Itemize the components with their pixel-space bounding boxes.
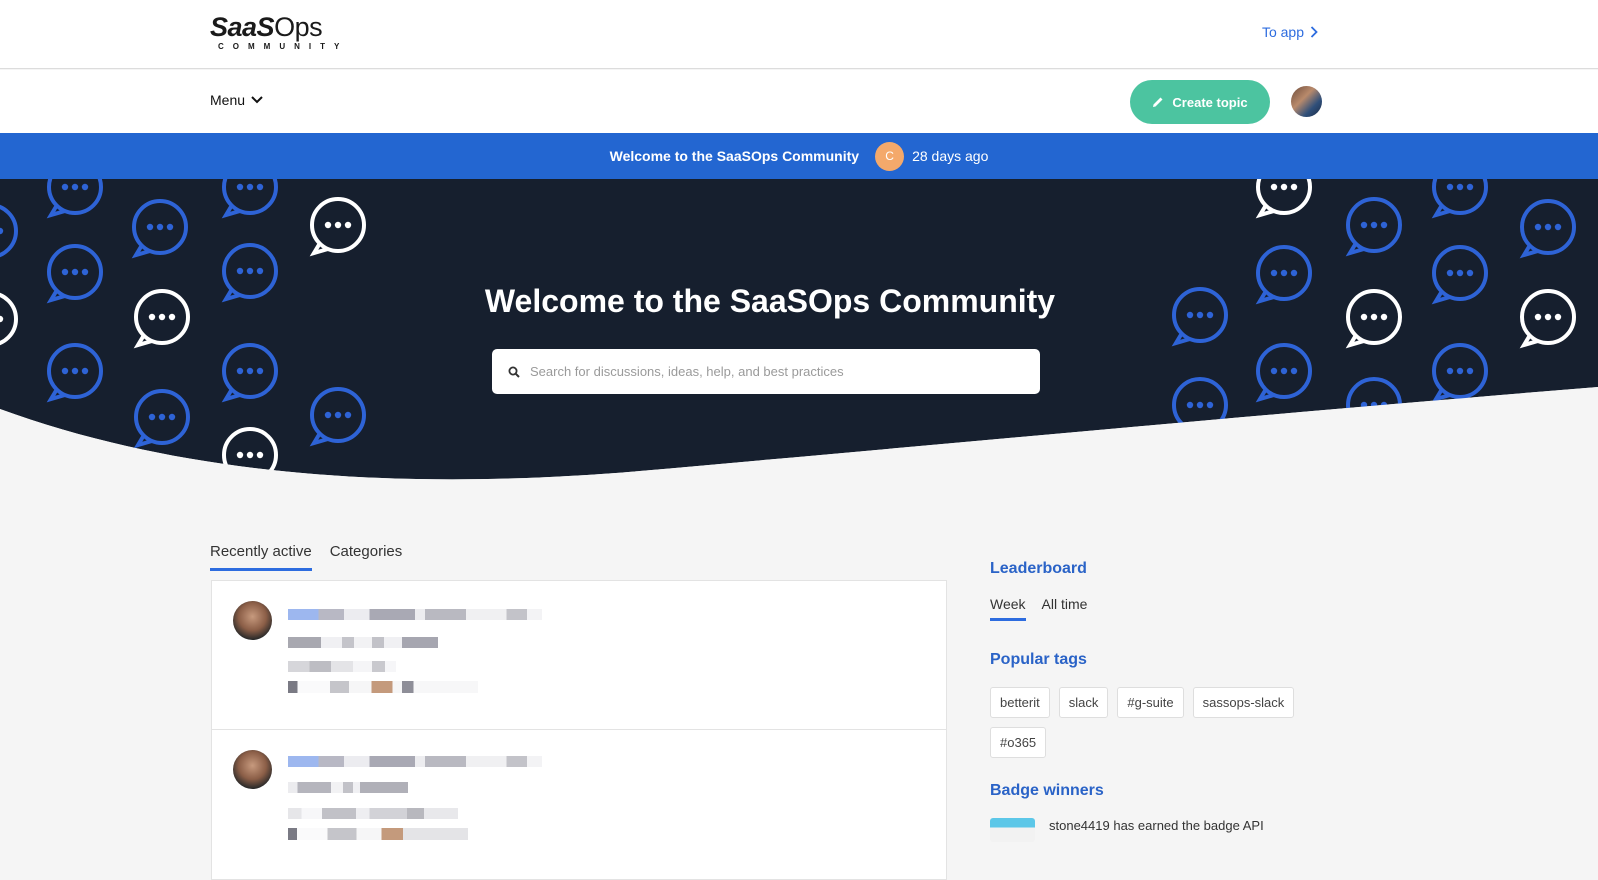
right-sidebar: Leaderboard Week All time Popular tags b… <box>990 560 1330 842</box>
tab-all-time[interactable]: All time <box>1042 596 1088 621</box>
topic-feed <box>211 580 947 880</box>
redacted-title <box>288 609 542 620</box>
hero-section: Welcome to the SaaSOps Community <box>0 179 1598 499</box>
menu-dropdown[interactable]: Menu <box>210 92 263 108</box>
banner-avatar: C <box>875 141 905 171</box>
tag-g-suite[interactable]: #g-suite <box>1117 687 1184 718</box>
tab-week[interactable]: Week <box>990 596 1026 621</box>
hero-background <box>0 179 1598 499</box>
tab-categories[interactable]: Categories <box>330 543 403 571</box>
banner-avatar-letter: C <box>885 149 894 163</box>
popular-tags-heading: Popular tags <box>990 651 1087 668</box>
redacted-meta <box>288 808 458 819</box>
saasops-logo[interactable]: SaaSOps COMMUNITY <box>210 12 355 56</box>
create-topic-button[interactable]: Create topic <box>1130 80 1270 124</box>
redacted-stats <box>288 681 478 693</box>
logo-subtitle: COMMUNITY <box>218 42 349 51</box>
logo-thin-text: Ops <box>274 12 323 42</box>
banner-timestamp: 28 days ago <box>912 148 989 164</box>
pencil-icon <box>1153 97 1163 107</box>
redacted-excerpt <box>288 637 438 648</box>
chevron-down-icon <box>251 96 263 104</box>
tab-recently-active[interactable]: Recently active <box>210 543 312 571</box>
tag-list: betterit slack #g-suite sassops-slack #o… <box>990 687 1310 758</box>
tag-sassops-slack[interactable]: sassops-slack <box>1192 687 1295 718</box>
banner-title: Welcome to the SaaSOps Community <box>609 148 860 164</box>
badge-image <box>990 818 1035 842</box>
hero-title: Welcome to the SaaSOps Community <box>484 283 1056 319</box>
redacted-excerpt <box>288 782 408 793</box>
announcement-banner[interactable]: Welcome to the SaaSOps Community C 28 da… <box>0 133 1598 179</box>
search-icon <box>508 366 520 378</box>
chevron-right-icon <box>1310 26 1318 38</box>
top-header: SaaSOps COMMUNITY To app <box>0 0 1598 69</box>
tag-o365[interactable]: #o365 <box>990 727 1047 758</box>
menu-label: Menu <box>210 92 246 108</box>
to-app-link[interactable]: To app <box>1262 24 1318 40</box>
redacted-stats <box>288 828 468 840</box>
logo-main-text: SaaS <box>210 12 275 42</box>
tag-betterit[interactable]: betterit <box>990 687 1050 718</box>
leaderboard-heading: Leaderboard <box>990 560 1087 577</box>
leaderboard-tabs: Week All time <box>990 596 1330 621</box>
to-app-label: To app <box>1261 24 1304 40</box>
main-navbar: Menu Create topic <box>0 70 1598 133</box>
badge-winner-item[interactable]: stone4419 has earned the badge API <box>990 818 1330 842</box>
logo-wordmark: SaaSOps <box>210 12 323 43</box>
create-topic-label: Create topic <box>1172 94 1248 110</box>
badge-winner-text: stone4419 has earned the badge API <box>1049 818 1264 833</box>
author-avatar[interactable] <box>233 601 272 640</box>
author-avatar[interactable] <box>233 750 272 789</box>
search-input[interactable] <box>530 364 1010 379</box>
redacted-title <box>288 756 542 767</box>
redacted-meta <box>288 661 396 672</box>
search-bar[interactable] <box>492 349 1040 394</box>
user-avatar[interactable] <box>1291 86 1322 117</box>
tag-slack[interactable]: slack <box>1058 687 1109 718</box>
feed-tabs: Recently active Categories <box>210 543 402 571</box>
topic-item[interactable] <box>212 729 946 879</box>
badge-winners-heading: Badge winners <box>990 782 1104 799</box>
topic-item[interactable] <box>212 581 946 731</box>
